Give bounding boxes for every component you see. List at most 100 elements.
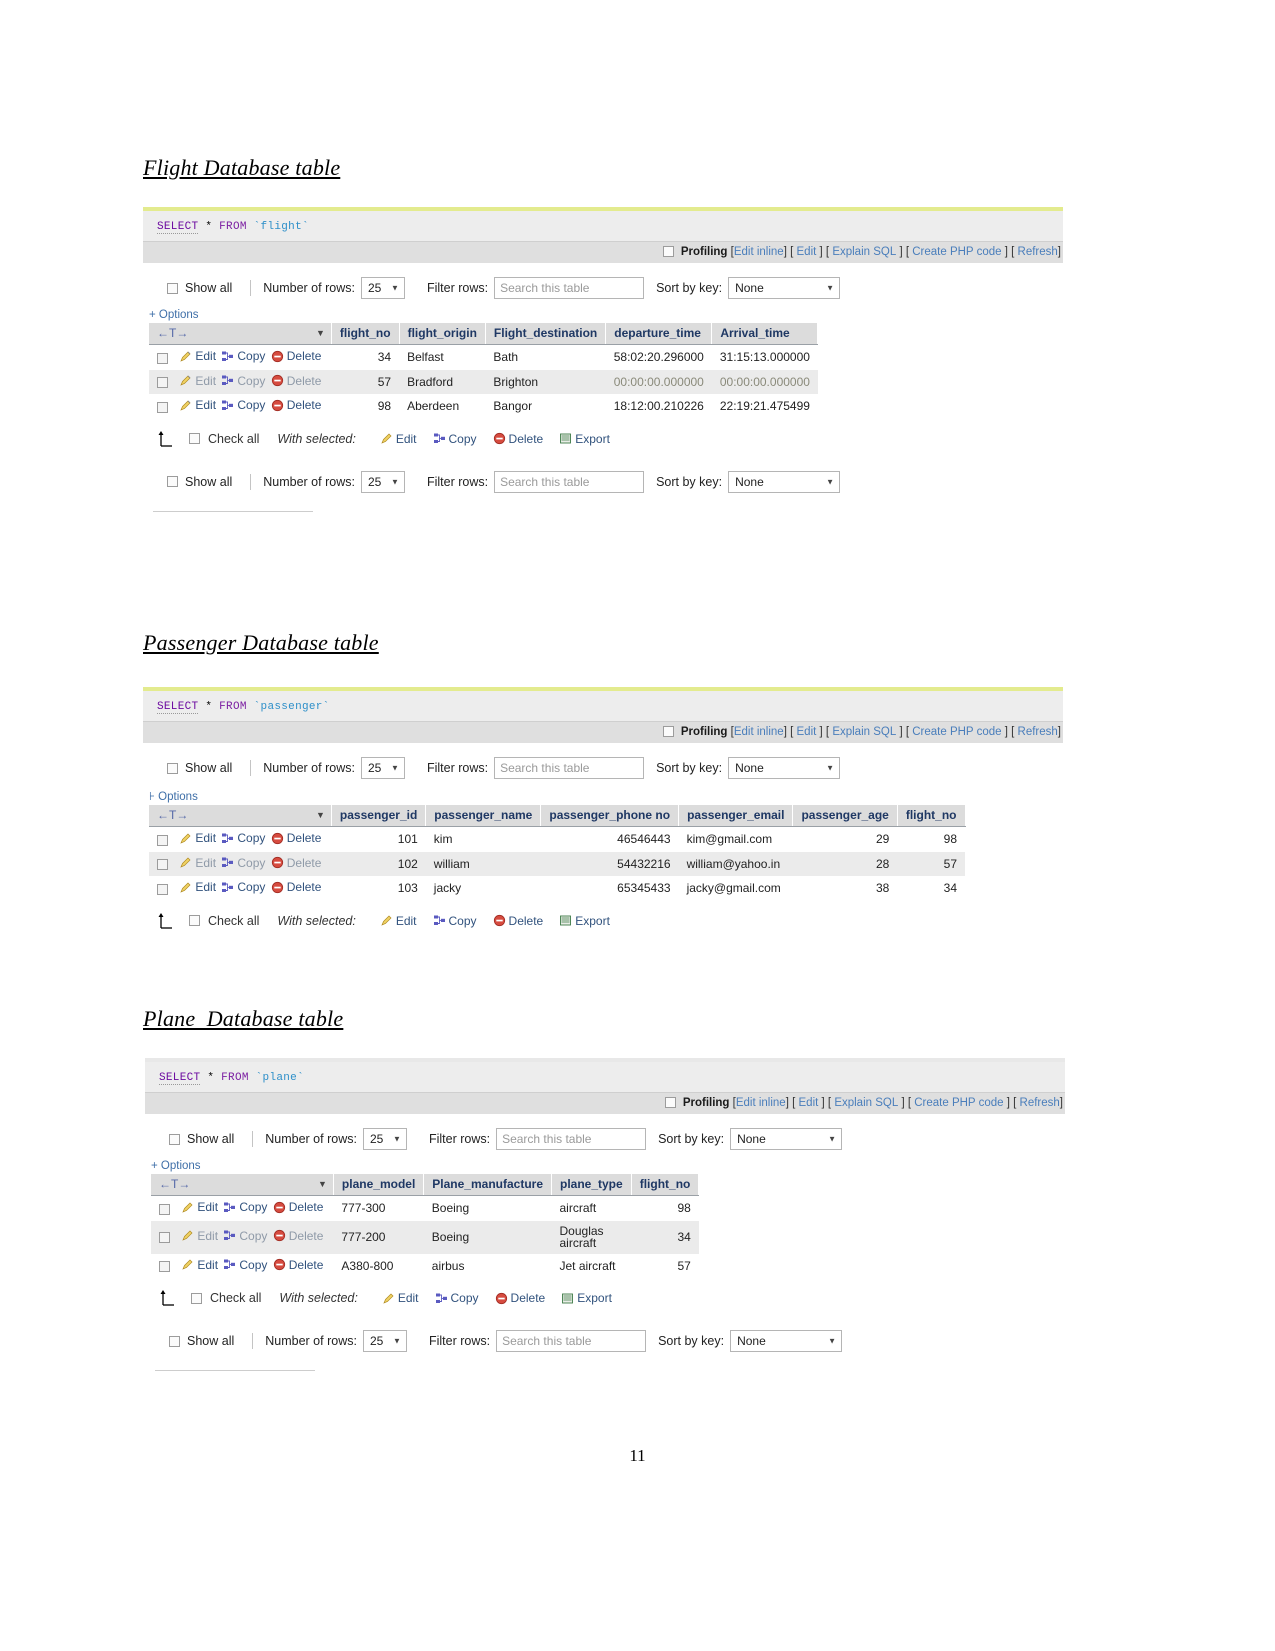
delete-row-button[interactable]: Delete <box>271 349 321 363</box>
create-php-code-link[interactable]: Create PHP code <box>912 246 1001 258</box>
edit-row-button[interactable]: Edit <box>181 1258 218 1272</box>
filter-rows-input[interactable]: Search this table <box>496 1128 647 1150</box>
row-checkbox[interactable] <box>159 1232 170 1244</box>
table-row[interactable]: Edit Copy Delete 777-200 Boeing Douglas … <box>151 1220 699 1254</box>
bulk-copy-button[interactable]: Copy <box>433 914 477 928</box>
select-all-arrow-icon[interactable] <box>159 1288 181 1308</box>
row-checkbox[interactable] <box>157 883 168 895</box>
create-php-code-link[interactable]: Create PHP code <box>914 1097 1003 1109</box>
column-header-arrival-time[interactable]: Arrival_time <box>711 323 819 345</box>
copy-row-button[interactable]: Copy <box>221 856 265 870</box>
table-row[interactable]: Edit Copy Delete 103 jacky 65345433 jack… <box>149 876 965 901</box>
show-all-checkbox[interactable] <box>167 282 178 294</box>
bulk-copy-button[interactable]: Copy <box>433 432 477 446</box>
bulk-edit-button[interactable]: Edit <box>382 1291 419 1305</box>
table-row[interactable]: Edit Copy Delete 98 Aberdeen Bangor 18:1… <box>149 394 818 419</box>
copy-row-button[interactable]: Copy <box>221 880 265 894</box>
table-nav-header[interactable]: ←T→ ▼ <box>151 1174 334 1196</box>
column-header-flight-no[interactable]: flight_no <box>897 805 966 827</box>
delete-row-button[interactable]: Delete <box>271 831 321 845</box>
delete-row-button[interactable]: Delete <box>273 1229 323 1243</box>
delete-row-button[interactable]: Delete <box>271 398 321 412</box>
refresh-link[interactable]: Refresh <box>1018 246 1058 258</box>
column-header-flight-no[interactable]: flight_no <box>331 323 400 345</box>
show-all-checkbox[interactable] <box>169 1133 180 1145</box>
explain-sql-link[interactable]: Explain SQL <box>832 246 896 258</box>
edit-row-button[interactable]: Edit <box>179 349 216 363</box>
copy-row-button[interactable]: Copy <box>221 831 265 845</box>
column-header-flight-origin[interactable]: flight_origin <box>399 323 486 345</box>
check-all-checkbox[interactable] <box>191 1292 202 1304</box>
delete-row-button[interactable]: Delete <box>271 374 321 388</box>
chevron-down-icon[interactable]: ▼ <box>318 1179 327 1189</box>
edit-row-button[interactable]: Edit <box>179 856 216 870</box>
table-row[interactable]: Edit Copy Delete 57 Bradford Brighton 00… <box>149 369 818 394</box>
sort-by-key-select[interactable]: None ▼ <box>730 1330 843 1353</box>
filter-rows-input[interactable]: Search this table <box>494 277 645 299</box>
refresh-link[interactable]: Refresh <box>1018 726 1058 738</box>
filter-rows-input[interactable]: Search this table <box>494 757 645 779</box>
options-toggle[interactable]: + Options <box>143 309 1063 323</box>
table-row[interactable]: Edit Copy Delete 101 kim 46546443 kim@gm… <box>149 827 965 852</box>
refresh-link[interactable]: Refresh <box>1020 1097 1060 1109</box>
explain-sql-link[interactable]: Explain SQL <box>834 1097 898 1109</box>
copy-row-button[interactable]: Copy <box>221 349 265 363</box>
options-toggle[interactable]: ⊦ Options <box>143 789 1063 805</box>
edit-row-button[interactable]: Edit <box>179 880 216 894</box>
delete-row-button[interactable]: Delete <box>271 856 321 870</box>
number-of-rows-select[interactable]: 25 ▼ <box>360 277 405 299</box>
bulk-export-button[interactable]: Export <box>559 432 610 446</box>
table-nav-header[interactable]: ←T→ ▼ <box>149 805 332 827</box>
edit-inline-link[interactable]: Edit inline <box>736 1097 786 1109</box>
delete-row-button[interactable]: Delete <box>271 880 321 894</box>
column-header-passenger-email[interactable]: passenger_email <box>678 805 794 827</box>
bulk-delete-button[interactable]: Delete <box>493 914 543 928</box>
bulk-delete-button[interactable]: Delete <box>495 1291 545 1305</box>
table-row[interactable]: Edit Copy Delete 102 william 54432216 wi… <box>149 851 965 876</box>
column-header-passenger-id[interactable]: passenger_id <box>331 805 427 827</box>
copy-row-button[interactable]: Copy <box>223 1200 267 1214</box>
row-checkbox[interactable] <box>157 834 168 846</box>
row-checkbox[interactable] <box>157 401 168 413</box>
number-of-rows-select[interactable]: 25 ▼ <box>362 1330 407 1353</box>
column-header-flight-no[interactable]: flight_no <box>631 1174 700 1196</box>
show-all-checkbox[interactable] <box>169 1335 180 1347</box>
edit-inline-link[interactable]: Edit inline <box>734 246 784 258</box>
profiling-checkbox[interactable] <box>664 1097 676 1108</box>
show-all-checkbox[interactable] <box>167 476 178 487</box>
bulk-edit-button[interactable]: Edit <box>380 432 417 446</box>
options-toggle[interactable]: + Options <box>145 1160 1065 1174</box>
show-all-checkbox[interactable] <box>167 762 178 774</box>
edit-row-button[interactable]: Edit <box>179 374 216 388</box>
profiling-checkbox[interactable] <box>662 246 674 257</box>
column-header-departure-time[interactable]: departure_time <box>605 323 713 345</box>
explain-sql-link[interactable]: Explain SQL <box>832 726 896 738</box>
number-of-rows-select[interactable]: 25 ▼ <box>360 470 405 493</box>
chevron-down-icon[interactable]: ▼ <box>316 810 325 820</box>
column-header-flight-destination[interactable]: Flight_destination <box>485 323 607 345</box>
row-checkbox[interactable] <box>157 377 168 388</box>
edit-row-button[interactable]: Edit <box>179 831 216 845</box>
edit-row-button[interactable]: Edit <box>181 1229 218 1243</box>
edit-link[interactable]: Edit <box>797 726 817 738</box>
profiling-checkbox[interactable] <box>662 726 674 737</box>
column-header-plane-manufacture[interactable]: Plane_manufacture <box>423 1174 552 1196</box>
check-all-checkbox[interactable] <box>189 433 200 444</box>
copy-row-button[interactable]: Copy <box>221 374 265 388</box>
select-all-arrow-icon[interactable] <box>157 429 179 449</box>
chevron-down-icon[interactable]: ▼ <box>316 328 325 338</box>
edit-link[interactable]: Edit <box>797 246 817 258</box>
edit-inline-link[interactable]: Edit inline <box>734 726 784 738</box>
column-header-plane-type[interactable]: plane_type <box>551 1174 632 1196</box>
sort-by-key-select[interactable]: None ▼ <box>728 757 841 779</box>
table-nav-header[interactable]: ←T→ ▼ <box>149 323 332 345</box>
row-checkbox[interactable] <box>159 1261 170 1273</box>
create-php-code-link[interactable]: Create PHP code <box>912 726 1001 738</box>
number-of-rows-select[interactable]: 25 ▼ <box>360 757 405 779</box>
copy-row-button[interactable]: Copy <box>223 1229 267 1243</box>
bulk-export-button[interactable]: Export <box>561 1291 612 1305</box>
filter-rows-input[interactable]: Search this table <box>494 470 645 493</box>
bulk-edit-button[interactable]: Edit <box>380 914 417 928</box>
row-checkbox[interactable] <box>157 859 168 870</box>
table-row[interactable]: Edit Copy Delete 34 Belfast Bath 58:02:2… <box>149 345 818 370</box>
